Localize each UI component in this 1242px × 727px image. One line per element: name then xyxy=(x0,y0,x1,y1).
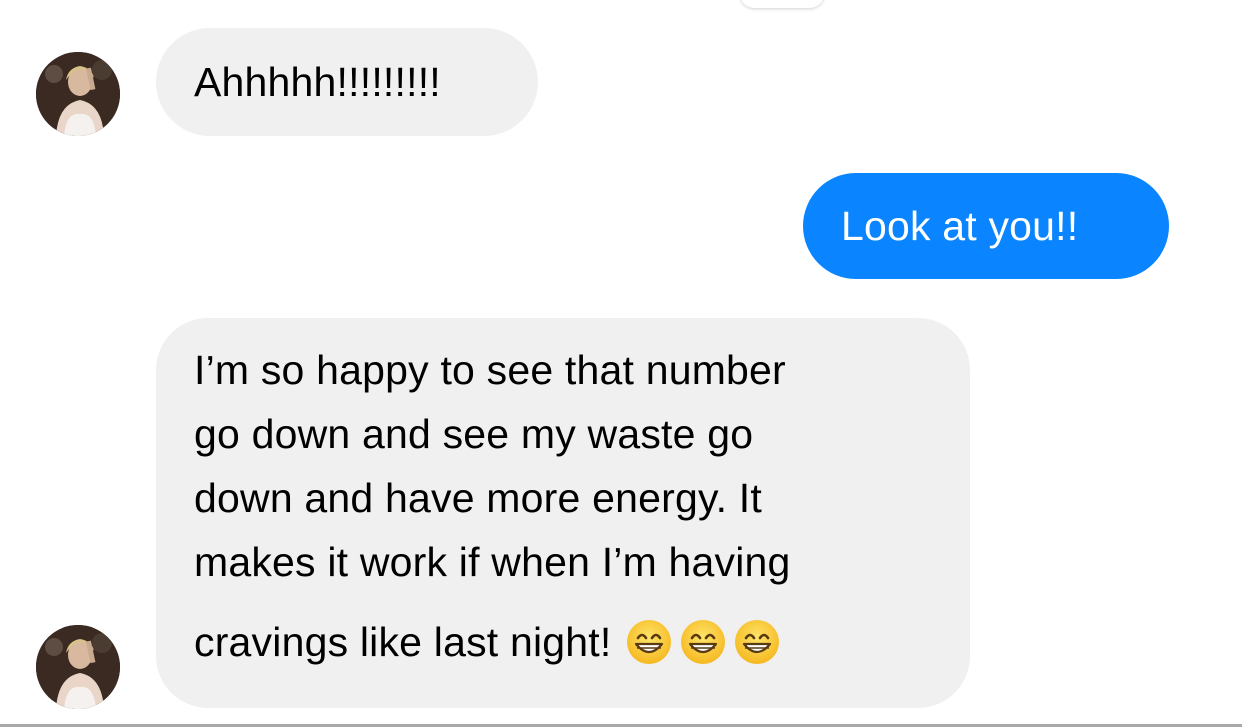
message-line: down and have more energy. It xyxy=(194,475,762,521)
grinning-face-emoji-icon xyxy=(679,618,727,666)
grinning-face-emoji-icon xyxy=(733,618,781,666)
grinning-face-emoji-icon xyxy=(625,618,673,666)
message-bubble-incoming[interactable]: Ahhhhh!!!!!!!!! xyxy=(156,28,538,136)
emoji-group xyxy=(625,618,781,666)
message-bubble-incoming[interactable]: I’m so happy to see that number go down … xyxy=(156,318,970,708)
message-text: Look at you!! xyxy=(841,203,1079,249)
message-line: go down and see my waste go xyxy=(194,411,754,457)
sender-avatar[interactable] xyxy=(36,625,120,709)
message-line: cravings like last night! xyxy=(194,619,612,665)
message-line-last: cravings like last night! xyxy=(194,610,940,674)
message-line: makes it work if when I’m having xyxy=(194,539,791,585)
message-bubble-outgoing[interactable]: Look at you!! xyxy=(803,173,1169,279)
message-line: I’m so happy to see that number xyxy=(194,347,786,393)
profile-photo-icon xyxy=(36,625,120,709)
sender-avatar[interactable] xyxy=(36,52,120,136)
scroll-to-latest-tab[interactable] xyxy=(740,0,824,8)
message-text: Ahhhhh!!!!!!!!! xyxy=(194,59,441,105)
profile-photo-icon xyxy=(36,52,120,136)
